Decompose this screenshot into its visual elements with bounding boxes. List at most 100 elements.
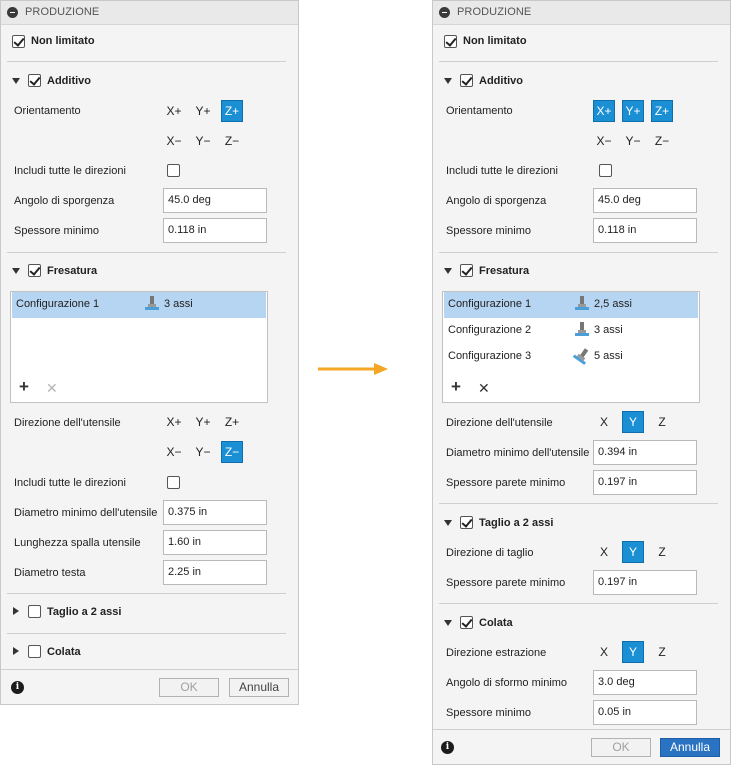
list-item[interactable]: Configurazione 1 2,5 assi <box>444 292 698 318</box>
ok-button[interactable]: OK <box>159 678 219 697</box>
orient-x-minus-button[interactable]: X− <box>163 130 185 152</box>
config-value: 2,5 assi <box>594 298 632 310</box>
dir-y-button[interactable]: Y <box>622 411 644 433</box>
tool-3-axis-icon <box>144 296 160 312</box>
expand-colata-icon[interactable] <box>13 647 19 655</box>
colata-z-button[interactable]: Z <box>651 641 673 663</box>
ok-button[interactable]: OK <box>591 738 651 757</box>
remove-icon[interactable]: ✕ <box>478 381 490 395</box>
angolo-sporgenza-input[interactable]: 45.0 deg <box>593 188 697 213</box>
taglio-x-button[interactable]: X <box>593 541 615 563</box>
orient-y-minus-button[interactable]: Y− <box>622 130 644 152</box>
arrow-right-icon <box>318 363 388 375</box>
additivo-label: Additivo <box>47 75 91 87</box>
annulla-button[interactable]: Annulla <box>660 738 720 757</box>
divider <box>7 633 286 634</box>
expand-fresatura-icon[interactable] <box>12 268 20 274</box>
includi-checkbox[interactable] <box>167 476 180 489</box>
orient-x-minus-button[interactable]: X− <box>593 130 615 152</box>
orient-z-minus-button[interactable]: Z− <box>651 130 673 152</box>
list-item[interactable]: Configurazione 3 5 assi <box>444 344 698 370</box>
spessore-minimo-input[interactable]: 0.05 in <box>593 700 697 725</box>
dir-x-minus-button[interactable]: X− <box>163 441 185 463</box>
orient-x-plus-button[interactable]: X+ <box>163 100 185 122</box>
remove-icon[interactable]: ✕ <box>46 381 58 395</box>
divider <box>439 252 718 253</box>
orient-y-plus-button[interactable]: Y+ <box>192 100 214 122</box>
dir-z-minus-button[interactable]: Z− <box>221 441 243 463</box>
non-limitato-label: Non limitato <box>463 35 527 47</box>
dir-y-plus-button[interactable]: Y+ <box>192 411 214 433</box>
orient-y-minus-button[interactable]: Y− <box>192 130 214 152</box>
includi-checkbox[interactable] <box>167 164 180 177</box>
angolo-sporgenza-input[interactable]: 45.0 deg <box>163 188 267 213</box>
angolo-sformo-input[interactable]: 3.0 deg <box>593 670 697 695</box>
divider <box>1 669 298 670</box>
spessore-minimo-input[interactable]: 0.118 in <box>593 218 697 243</box>
spessore-minimo-input[interactable]: 0.118 in <box>163 218 267 243</box>
fresatura-checkbox[interactable] <box>460 264 473 277</box>
panel-titlebar: PRODUZIONE <box>433 1 730 25</box>
taglio-checkbox[interactable] <box>460 516 473 529</box>
annulla-button[interactable]: Annulla <box>229 678 289 697</box>
divider <box>439 603 718 604</box>
fresatura-checkbox[interactable] <box>28 264 41 277</box>
additivo-checkbox[interactable] <box>28 74 41 87</box>
colata-x-button[interactable]: X <box>593 641 615 663</box>
add-icon[interactable]: + <box>451 378 461 395</box>
add-icon[interactable]: + <box>19 378 29 395</box>
spessore-parete-input[interactable]: 0.197 in <box>593 570 697 595</box>
angolo-sporgenza-label: Angolo di sporgenza <box>446 195 547 207</box>
taglio-z-button[interactable]: Z <box>651 541 673 563</box>
configurazioni-list: Configurazione 1 3 assi + ✕ <box>10 291 268 403</box>
expand-taglio-icon[interactable] <box>444 520 452 526</box>
spessore-minimo-label: Spessore minimo <box>14 225 99 237</box>
includi-checkbox[interactable] <box>599 164 612 177</box>
orient-x-plus-button[interactable]: X+ <box>593 100 615 122</box>
direzione-utensile-label: Direzione dell'utensile <box>14 417 121 429</box>
spessore-parete-label: Spessore parete minimo <box>446 477 566 489</box>
angolo-sformo-label: Angolo di sformo minimo <box>446 677 568 689</box>
config-name: Configurazione 2 <box>448 324 532 336</box>
taglio-checkbox[interactable] <box>28 605 41 618</box>
orient-y-plus-button[interactable]: Y+ <box>622 100 644 122</box>
lunghezza-spalla-input[interactable]: 1.60 in <box>163 530 267 555</box>
spessore-parete-input[interactable]: 0.197 in <box>593 470 697 495</box>
diametro-minimo-input[interactable]: 0.375 in <box>163 500 267 525</box>
colata-checkbox[interactable] <box>460 616 473 629</box>
divider <box>7 593 286 594</box>
list-item[interactable]: Configurazione 1 3 assi <box>12 292 266 318</box>
non-limitato-checkbox[interactable] <box>12 35 25 48</box>
colata-y-button[interactable]: Y <box>622 641 644 663</box>
diametro-testa-input[interactable]: 2.25 in <box>163 560 267 585</box>
orient-z-plus-button[interactable]: Z+ <box>651 100 673 122</box>
divider <box>433 729 730 730</box>
expand-colata-icon[interactable] <box>444 620 452 626</box>
collapse-icon[interactable] <box>439 7 450 18</box>
colata-checkbox[interactable] <box>28 645 41 658</box>
dir-x-plus-button[interactable]: X+ <box>163 411 185 433</box>
expand-additivo-icon[interactable] <box>444 78 452 84</box>
dir-x-button[interactable]: X <box>593 411 615 433</box>
dir-z-button[interactable]: Z <box>651 411 673 433</box>
expand-taglio-icon[interactable] <box>13 607 19 615</box>
divider <box>439 503 718 504</box>
non-limitato-checkbox[interactable] <box>444 35 457 48</box>
expand-fresatura-icon[interactable] <box>444 268 452 274</box>
orient-z-minus-button[interactable]: Z− <box>221 130 243 152</box>
list-item[interactable]: Configurazione 2 3 assi <box>444 318 698 344</box>
direzione-utensile-label: Direzione dell'utensile <box>446 417 553 429</box>
info-icon[interactable]: i <box>11 681 24 694</box>
orient-z-plus-button[interactable]: Z+ <box>221 100 243 122</box>
expand-additivo-icon[interactable] <box>12 78 20 84</box>
additivo-checkbox[interactable] <box>460 74 473 87</box>
diametro-minimo-input[interactable]: 0.394 in <box>593 440 697 465</box>
collapse-icon[interactable] <box>7 7 18 18</box>
spessore-parete-label: Spessore parete minimo <box>446 577 566 589</box>
config-value: 3 assi <box>594 324 623 336</box>
info-icon[interactable]: i <box>441 741 454 754</box>
lunghezza-spalla-label: Lunghezza spalla utensile <box>14 537 141 549</box>
taglio-y-button[interactable]: Y <box>622 541 644 563</box>
dir-y-minus-button[interactable]: Y− <box>192 441 214 463</box>
dir-z-plus-button[interactable]: Z+ <box>221 411 243 433</box>
